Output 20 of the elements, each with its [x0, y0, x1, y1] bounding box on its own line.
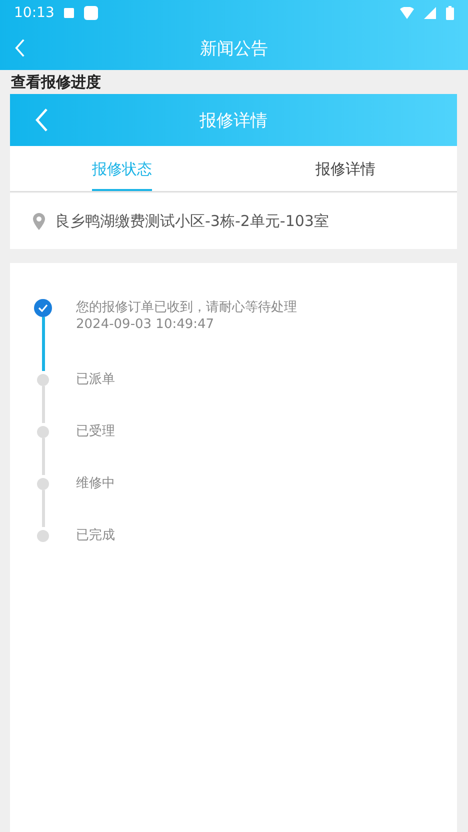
location-pin-icon: [33, 212, 45, 230]
back-icon: [14, 38, 26, 58]
signal-icon: [424, 7, 436, 19]
inner-header-title: 报修详情: [200, 110, 268, 132]
back-icon: [34, 107, 50, 133]
notification-icon: [64, 8, 74, 18]
app-bar-title: 新闻公告: [200, 38, 268, 60]
status-time: 10:13: [14, 5, 54, 21]
tab[interactable]: 报修详情: [315, 146, 376, 191]
section-title: 查看报修进度: [10, 72, 102, 93]
step-label: 维修中: [76, 475, 115, 492]
step-label: 已完成: [76, 527, 115, 544]
step-time: 2024-09-03 10:49:47: [76, 316, 216, 333]
battery-icon: [446, 6, 454, 20]
notification-icon: [84, 6, 98, 20]
address-text: 良乡鸭湖缴费测试小区-3栋-2单元-103室: [55, 212, 329, 230]
step-label: 已受理: [76, 423, 115, 440]
wifi-icon: [400, 7, 414, 19]
step-label: 已派单: [76, 371, 115, 388]
step-label: 您的报修订单已收到，请耐心等待处理: [76, 299, 297, 316]
